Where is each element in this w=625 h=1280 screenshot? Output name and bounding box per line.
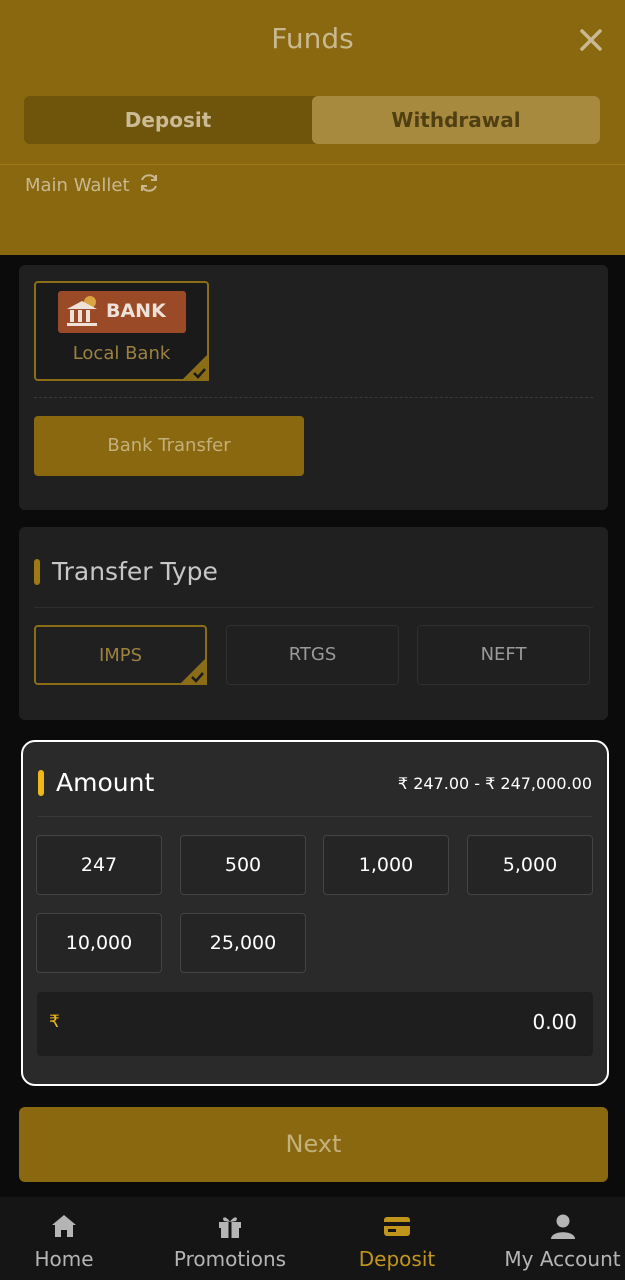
transfer-type-title: Transfer Type — [52, 557, 218, 586]
bank-logo: BANK — [58, 291, 186, 333]
nav-promotions[interactable]: Promotions — [150, 1197, 310, 1280]
payment-method-panel: BANK Local Bank Bank Transfer — [19, 265, 608, 510]
nav-label: Promotions — [173, 1247, 287, 1271]
page-title: Funds — [271, 22, 354, 55]
nav-label: My Account — [504, 1247, 621, 1271]
header-divider — [0, 164, 625, 165]
quick-amount-500[interactable]: 500 — [180, 835, 306, 895]
amount-input[interactable]: ₹ 0.00 — [37, 992, 593, 1056]
transfer-option-label: RTGS — [288, 644, 337, 665]
selected-check-icon — [179, 657, 207, 685]
bank-transfer-button[interactable]: Bank Transfer — [34, 416, 304, 476]
close-icon — [580, 29, 602, 51]
transfer-type-heading: Transfer Type — [34, 557, 218, 586]
transfer-option-imps[interactable]: IMPS — [34, 625, 207, 685]
amount-title: Amount — [56, 768, 155, 797]
quick-amount-247[interactable]: 247 — [36, 835, 162, 895]
main-wallet: Main Wallet — [25, 172, 160, 199]
user-icon — [550, 1214, 575, 1239]
gift-icon — [219, 1217, 241, 1238]
transfer-option-label: IMPS — [98, 645, 143, 666]
bottom-nav: Home Promotions Deposit My Account — [0, 1197, 625, 1280]
amount-range: ₹ 247.00 - ₹ 247,000.00 — [397, 774, 592, 793]
transfer-option-rtgs[interactable]: RTGS — [226, 625, 399, 685]
refresh-button[interactable] — [138, 172, 160, 199]
tab-deposit[interactable]: Deposit — [24, 96, 312, 144]
tab-withdrawal[interactable]: Withdrawal — [312, 96, 600, 144]
title-accent-bar — [34, 558, 40, 585]
transfer-option-neft[interactable]: NEFT — [417, 625, 590, 685]
refresh-icon — [140, 174, 157, 192]
dashed-divider — [34, 397, 593, 398]
funds-tabs: Deposit Withdrawal — [24, 96, 600, 144]
close-button[interactable] — [575, 24, 607, 56]
amount-input-value: 0.00 — [532, 1010, 577, 1034]
nav-my-account[interactable]: My Account — [500, 1197, 625, 1280]
quick-amount-1000[interactable]: 1,000 — [323, 835, 449, 895]
funds-header: Funds Deposit Withdrawal Main Wallet — [0, 0, 625, 255]
transfer-option-label: NEFT — [480, 644, 527, 665]
home-icon — [52, 1215, 76, 1237]
amount-panel: Amount ₹ 247.00 - ₹ 247,000.00 247 500 1… — [21, 740, 609, 1086]
quick-amount-25000[interactable]: 25,000 — [180, 913, 306, 973]
title-accent-bar — [38, 769, 44, 796]
nav-label: Home — [34, 1247, 94, 1271]
nav-label: Deposit — [358, 1247, 436, 1271]
nav-home[interactable]: Home — [0, 1197, 128, 1280]
card-icon — [384, 1217, 410, 1236]
section-divider — [34, 607, 593, 608]
amount-heading: Amount — [38, 768, 154, 797]
nav-deposit[interactable]: Deposit — [338, 1197, 456, 1280]
quick-amount-5000[interactable]: 5,000 — [467, 835, 593, 895]
local-bank-option[interactable]: BANK Local Bank — [34, 281, 209, 381]
bank-building-icon — [67, 296, 97, 326]
next-button[interactable]: Next — [19, 1107, 608, 1182]
wallet-label: Main Wallet — [25, 175, 130, 196]
bank-logo-text: BANK — [106, 300, 166, 322]
selected-check-icon — [181, 353, 209, 381]
quick-amount-10000[interactable]: 10,000 — [36, 913, 162, 973]
section-divider — [38, 816, 592, 817]
currency-symbol: ₹ — [49, 1012, 60, 1032]
transfer-type-panel: Transfer Type IMPS RTGS NEFT — [19, 527, 608, 720]
